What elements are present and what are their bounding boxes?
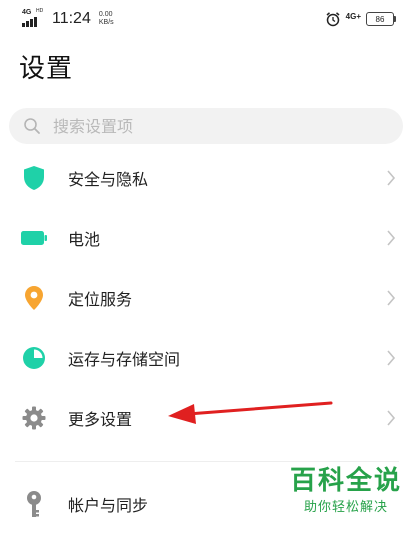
watermark: 百科全说 助你轻松解决: [290, 466, 402, 515]
settings-item-more-settings[interactable]: 更多设置: [0, 388, 414, 448]
settings-item-label: 安全与隐私: [68, 170, 149, 189]
settings-item-memory-storage[interactable]: 运存与存储空间: [0, 328, 414, 388]
battery-indicator: 86: [366, 12, 396, 26]
chevron-right-icon: [387, 170, 396, 186]
search-input[interactable]: [51, 115, 375, 137]
settings-item-label: 更多设置: [68, 410, 133, 429]
network-speed-unit: KB/s: [98, 19, 114, 26]
alarm-clock-icon: [326, 12, 340, 27]
watermark-title: 百科全说: [290, 466, 403, 496]
network-type-label: 4G: [22, 9, 32, 16]
settings-item-battery[interactable]: 电池: [0, 208, 414, 268]
location-pin-icon: [21, 285, 47, 311]
shield-icon: [21, 165, 47, 191]
status-left: 4G HD 11:24 0.00 KB/s: [22, 8, 114, 30]
search-icon: [24, 118, 40, 134]
storage-pie-icon: [21, 345, 47, 371]
settings-item-label: 电池: [68, 230, 101, 249]
chevron-right-icon: [387, 350, 396, 366]
chevron-right-icon: [387, 230, 396, 246]
battery-icon: [21, 225, 47, 251]
chevron-right-icon: [387, 410, 396, 426]
chevron-right-icon: [387, 290, 396, 306]
settings-item-label: 定位服务: [68, 290, 133, 309]
section-divider: [15, 461, 399, 462]
key-icon: [21, 491, 47, 517]
network-speed: 0.00 KB/s: [99, 11, 114, 27]
settings-item-label: 运存与存储空间: [68, 350, 181, 369]
page-title: 设置: [19, 54, 74, 84]
settings-item-label: 帐户与同步: [68, 496, 149, 515]
battery-level: 86: [375, 14, 385, 24]
network-speed-value: 0.00: [98, 11, 113, 18]
search-bar[interactable]: [9, 108, 403, 144]
settings-item-location[interactable]: 定位服务: [0, 268, 414, 328]
status-bar: 4G HD 11:24 0.00 KB/s 4G+ 86: [0, 0, 414, 36]
status-right: 4G+ 86: [325, 9, 396, 29]
gear-icon: [21, 405, 47, 431]
network-type-right: 4G+: [345, 11, 361, 21]
settings-item-security-privacy[interactable]: 安全与隐私: [0, 148, 414, 208]
status-time: 11:24: [52, 10, 91, 27]
hd-badge: HD: [36, 8, 44, 14]
signal-icon: 4G HD: [22, 8, 46, 29]
watermark-subtitle: 助你轻松解决: [303, 500, 388, 515]
